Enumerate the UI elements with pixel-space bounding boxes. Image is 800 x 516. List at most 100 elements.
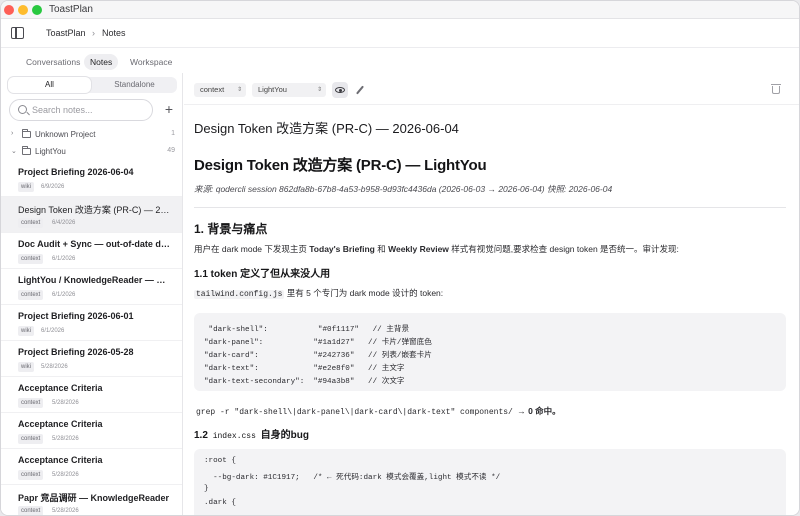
- delete-note-button[interactable]: [770, 83, 782, 97]
- note-type-value: context: [200, 85, 225, 94]
- app-window: ToastPlan ToastPlan › Notes Conversation…: [0, 0, 800, 516]
- note-date: 6/9/2026: [41, 184, 65, 190]
- text-run: 和: [374, 244, 389, 254]
- document-h1: Design Token 改造方案 (PR-C) — LightYou: [194, 157, 487, 174]
- chevron-updown-icon: ⇕: [236, 87, 242, 93]
- note-title: Project Briefing 2026-06-04: [18, 167, 134, 177]
- search-icon: [18, 105, 27, 114]
- eye-icon: [335, 87, 345, 93]
- note-title: LightYou / KnowledgeReader — Product: [18, 275, 170, 285]
- note-date: 5/28/2026: [52, 400, 79, 406]
- section-heading-1-2: 1.2 index.css 自身的bug: [194, 426, 309, 441]
- note-title: Doc Audit + Sync — out-of-date docs: [18, 239, 170, 249]
- note-date: 6/1/2026: [52, 292, 76, 298]
- filter-segmented-control: All Standalone: [7, 77, 177, 93]
- search-box: [9, 99, 153, 121]
- text-run: 样式有视觉问题,要求检查 design token 是否统一。审计发现:: [448, 244, 679, 254]
- section-heading-1: 1. 背景与痛点: [194, 222, 268, 236]
- text-run: 自身的bug: [257, 430, 310, 441]
- search-input[interactable]: [32, 103, 144, 117]
- folder-count: 1: [171, 130, 175, 137]
- note-list-item[interactable]: Acceptance Criteria context 5/28/2026: [1, 449, 182, 485]
- chevron-down-icon: ⌄: [11, 148, 17, 155]
- note-title: Acceptance Criteria: [18, 383, 103, 393]
- title-bar: ToastPlan: [1, 1, 799, 19]
- section-1-paragraph: 用户在 dark mode 下发现主页 Today's Briefing 和 W…: [194, 243, 679, 255]
- tab-workspace[interactable]: Workspace: [124, 54, 178, 70]
- folder-icon: [22, 146, 31, 155]
- bold-text: Today's Briefing: [309, 244, 375, 254]
- section-1-1-paragraph: tailwind.config.js 里有 5 个专门为 dark mode 设…: [194, 287, 443, 299]
- inline-code: index.css: [212, 432, 256, 441]
- note-title-heading[interactable]: Design Token 改造方案 (PR-C) — 2026-06-04: [194, 118, 459, 137]
- note-list-item-selected[interactable]: Design Token 改造方案 (PR-C) — 2026-06-04 co…: [1, 197, 182, 233]
- code-line: "dark-card": "#242736" // 列表/嵌套卡片: [204, 352, 432, 360]
- zoom-window-button[interactable]: [32, 5, 42, 15]
- minimize-window-button[interactable]: [18, 5, 28, 15]
- code-line: --bg-dark: #1C1917; /* ← 死代码:dark 模式会覆盖,…: [204, 474, 501, 482]
- code-block: :root { --bg-dark: #1C1917; /* ← 死代码:dar…: [194, 449, 786, 515]
- project-select[interactable]: LightYou ⇕: [252, 83, 326, 97]
- bold-text: → 0 命中。: [514, 406, 561, 416]
- note-type-select[interactable]: context ⇕: [194, 83, 246, 97]
- editor-toolbar: context ⇕ LightYou ⇕: [184, 73, 799, 105]
- note-list-item[interactable]: Project Briefing 2026-05-28 wiki 5/28/20…: [1, 341, 182, 377]
- note-list-item[interactable]: Project Briefing 2026-06-04 wiki 6/9/202…: [1, 161, 182, 197]
- folder-unknown-project[interactable]: › Unknown Project 1: [1, 127, 183, 143]
- note-tag: context: [18, 290, 44, 300]
- code-line: "dark-panel": "#1a1d27" // 卡片/弹窗底色: [204, 339, 432, 347]
- inline-code: tailwind.config.js: [194, 290, 285, 299]
- note-list-item[interactable]: Doc Audit + Sync — out-of-date docs cont…: [1, 233, 182, 269]
- code-line: .dark {: [204, 499, 236, 507]
- preview-mode-button[interactable]: [332, 82, 348, 98]
- note-title: Papr 竞品调研 — KnowledgeReader: [18, 493, 170, 503]
- document-source-line: 来源: qodercli session 862dfa8b-67b8-4a53-…: [194, 184, 613, 194]
- note-tag: context: [18, 254, 44, 264]
- note-date: 5/28/2026: [52, 436, 79, 442]
- bold-text: Weekly Review: [388, 244, 449, 254]
- chevron-right-icon: ›: [11, 130, 14, 137]
- note-date: 6/1/2026: [41, 328, 65, 334]
- folder-name: Unknown Project: [35, 130, 96, 139]
- tab-notes[interactable]: Notes: [84, 54, 119, 70]
- breadcrumb-workspace[interactable]: ToastPlan: [46, 28, 86, 38]
- note-editor: context ⇕ LightYou ⇕ Design Token 改造方案 (…: [184, 73, 799, 515]
- close-window-button[interactable]: [4, 5, 14, 15]
- note-tag: context: [18, 218, 44, 228]
- note-date: 5/28/2026: [52, 472, 79, 478]
- note-list-item[interactable]: LightYou / KnowledgeReader — Product con…: [1, 269, 182, 305]
- note-title: Acceptance Criteria: [18, 455, 103, 465]
- note-tag: context: [18, 506, 44, 515]
- note-list-item[interactable]: Acceptance Criteria context 5/28/2026: [1, 377, 182, 413]
- edit-mode-button[interactable]: [352, 82, 368, 98]
- inline-code: grep -r "dark-shell\|dark-panel\|dark-ca…: [196, 408, 513, 417]
- tab-conversations[interactable]: Conversations: [20, 54, 86, 70]
- note-list-item[interactable]: Acceptance Criteria context 5/28/2026: [1, 413, 182, 449]
- code-line: "dark-shell": "#0f1117" // 主背景: [204, 326, 410, 334]
- note-tag: context: [18, 398, 44, 408]
- note-tag: context: [18, 434, 44, 444]
- filter-all[interactable]: All: [8, 77, 91, 93]
- top-bar: ToastPlan › Notes: [1, 20, 799, 48]
- note-title: Acceptance Criteria: [18, 419, 103, 429]
- sidebar-toggle-icon[interactable]: [11, 27, 24, 39]
- code-block: "dark-shell": "#0f1117" // 主背景 "dark-pan…: [194, 313, 786, 391]
- folder-icon: [22, 129, 31, 138]
- filter-standalone[interactable]: Standalone: [93, 77, 176, 93]
- note-list-item[interactable]: Papr 竞品调研 — KnowledgeReader context 5/28…: [1, 485, 182, 515]
- note-tag: wiki: [18, 326, 34, 336]
- note-list-item[interactable]: Project Briefing 2026-06-01 wiki 6/1/202…: [1, 305, 182, 341]
- code-line: "dark-text": "#e2e8f0" // 主文字: [204, 365, 405, 373]
- note-date: 5/28/2026: [52, 508, 79, 514]
- note-date: 6/4/2026: [52, 220, 76, 226]
- horizontal-rule: [194, 207, 786, 208]
- add-note-button[interactable]: +: [161, 101, 177, 117]
- window-title: ToastPlan: [49, 4, 93, 15]
- section-heading-1-1: 1.1 token 定义了但从来没人用: [194, 269, 331, 280]
- grep-paragraph: grep -r "dark-shell\|dark-panel\|dark-ca…: [194, 405, 561, 417]
- note-tag: wiki: [18, 362, 34, 372]
- note-date: 5/28/2026: [41, 364, 68, 370]
- project-value: LightYou: [258, 85, 287, 94]
- folder-lightyou[interactable]: ⌄ LightYou 49: [1, 144, 183, 160]
- nav-tabs: Conversations Notes Workspace: [1, 49, 183, 73]
